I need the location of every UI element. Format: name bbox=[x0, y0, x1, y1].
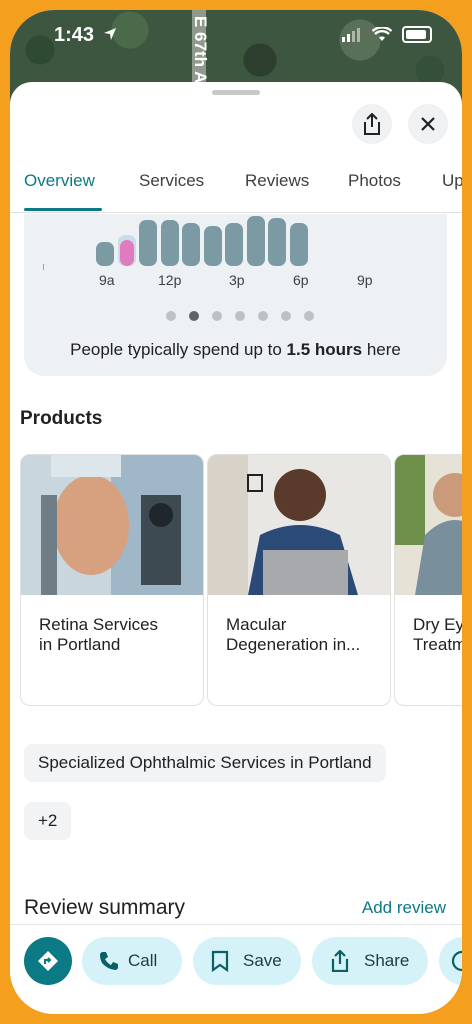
drag-handle[interactable] bbox=[212, 90, 260, 95]
popular-times-bar bbox=[268, 218, 286, 266]
popular-times-bar bbox=[203, 226, 222, 266]
popular-times-bar bbox=[139, 220, 157, 266]
tab-bar: Overview Services Reviews Photos Up bbox=[10, 168, 462, 213]
product-card[interactable]: Retina Services in Portland bbox=[20, 454, 204, 706]
directions-icon bbox=[38, 951, 58, 971]
save-label: Save bbox=[243, 951, 282, 970]
share-top-button[interactable] bbox=[352, 104, 392, 144]
close-button[interactable] bbox=[408, 104, 448, 144]
action-bar: Call Save Share bbox=[10, 924, 462, 1014]
wifi-icon bbox=[372, 27, 392, 41]
popular-times-bar bbox=[96, 242, 114, 266]
page-dot[interactable] bbox=[189, 311, 199, 321]
directions-button[interactable] bbox=[24, 937, 72, 985]
product-name: Retina Services in Portland bbox=[39, 615, 159, 654]
hour-label: 9p bbox=[357, 272, 373, 288]
product-image-macular bbox=[208, 455, 390, 595]
status-bar: 1:43 bbox=[10, 24, 462, 50]
popular-times-bar bbox=[246, 216, 265, 266]
review-summary-title: Review summary bbox=[24, 896, 186, 919]
page-dot[interactable] bbox=[235, 311, 245, 321]
page-dot[interactable] bbox=[304, 311, 314, 321]
product-name: Dry Ey Treatm bbox=[413, 615, 462, 654]
spend-time-text: People typically spend up to 1.5 hours h… bbox=[24, 340, 447, 360]
product-name: Macular Degeneration in... bbox=[226, 615, 361, 654]
phone-icon bbox=[100, 952, 118, 970]
hour-label: 9a bbox=[99, 272, 115, 288]
popular-times-bar bbox=[182, 223, 200, 266]
live-busyness-bar bbox=[119, 240, 134, 266]
popular-times-bar bbox=[160, 220, 179, 266]
share-label: Share bbox=[364, 951, 410, 970]
bookmark-icon bbox=[211, 950, 229, 972]
product-image-retina bbox=[21, 455, 203, 595]
close-icon bbox=[421, 117, 435, 131]
page-dot[interactable] bbox=[258, 311, 268, 321]
globe-icon bbox=[451, 950, 462, 972]
more-actions-button[interactable] bbox=[439, 937, 462, 985]
signal-icon bbox=[342, 27, 360, 42]
hour-label: 3p bbox=[229, 272, 245, 288]
save-button[interactable]: Save bbox=[193, 937, 301, 985]
status-time: 1:43 bbox=[54, 24, 95, 46]
spend-suffix: here bbox=[362, 340, 401, 359]
spend-duration: 1.5 hours bbox=[286, 340, 363, 359]
products-title: Products bbox=[20, 408, 103, 429]
page-dot[interactable] bbox=[166, 311, 176, 321]
popular-times-bar bbox=[289, 223, 308, 266]
add-review-link[interactable]: Add review bbox=[362, 898, 446, 918]
spend-prefix: People typically spend up to bbox=[70, 340, 287, 359]
popular-times-card: 9a 12p 3p 6p 9p People typically spend u… bbox=[24, 214, 447, 376]
more-chips-button[interactable]: +2 bbox=[24, 802, 72, 840]
share-icon bbox=[331, 950, 349, 972]
call-label: Call bbox=[128, 951, 158, 970]
tab-services[interactable]: Services bbox=[139, 168, 204, 210]
location-arrow-icon bbox=[104, 28, 116, 40]
share-icon bbox=[364, 113, 380, 135]
battery-icon bbox=[402, 26, 432, 43]
call-button[interactable]: Call bbox=[82, 937, 182, 985]
product-card[interactable]: Macular Degeneration in... bbox=[207, 454, 391, 706]
phone-frame: E 67th A 1:43 Overview Services Reviews … bbox=[10, 10, 462, 1014]
hour-label: 6p bbox=[293, 272, 309, 288]
tab-reviews[interactable]: Reviews bbox=[245, 168, 309, 210]
hour-label: 12p bbox=[158, 272, 182, 288]
page-dot[interactable] bbox=[212, 311, 222, 321]
status-icons bbox=[342, 26, 432, 43]
page-dot[interactable] bbox=[281, 311, 291, 321]
tab-updates[interactable]: Up bbox=[442, 168, 462, 210]
popular-times-bar bbox=[225, 223, 243, 266]
axis-tick bbox=[43, 264, 44, 270]
product-card[interactable]: Dry Ey Treatm bbox=[394, 454, 462, 706]
service-chip[interactable]: Specialized Ophthalmic Services in Portl… bbox=[24, 744, 386, 782]
tab-overview[interactable]: Overview bbox=[24, 168, 95, 210]
place-sheet: Overview Services Reviews Photos Up 9a 1… bbox=[10, 82, 462, 1014]
tab-photos[interactable]: Photos bbox=[348, 168, 401, 210]
active-tab-indicator bbox=[24, 208, 102, 211]
product-image-dry-eye bbox=[395, 455, 462, 595]
share-button[interactable]: Share bbox=[312, 937, 428, 985]
